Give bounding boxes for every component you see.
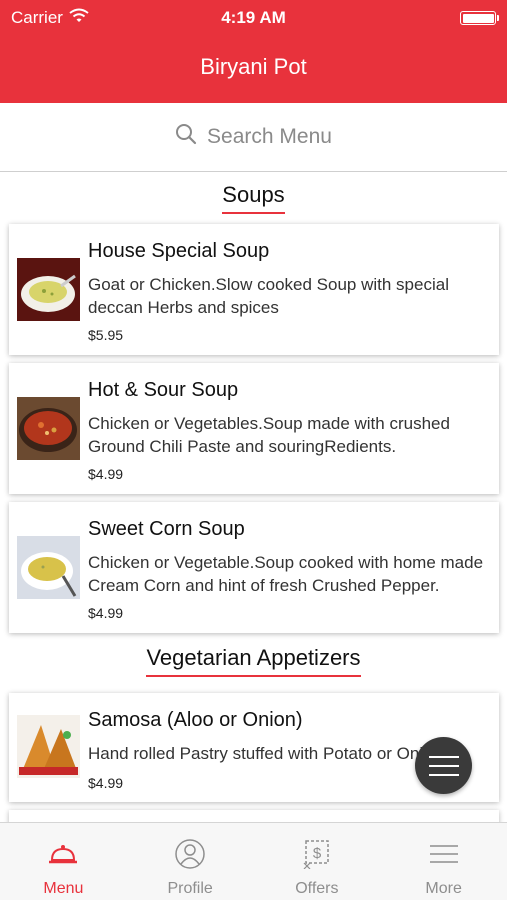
profile-icon <box>174 836 206 872</box>
more-icon <box>429 836 459 872</box>
tab-offers[interactable]: $ Offers <box>254 823 381 900</box>
food-image <box>17 397 80 460</box>
search-icon <box>175 123 197 151</box>
menu-icon-line <box>428 773 459 776</box>
item-name: House Special Soup <box>88 240 270 262</box>
item-description: Chicken or Vegetable.Soup cooked with ho… <box>88 553 484 595</box>
svg-text:$: $ <box>313 845 322 862</box>
menu-item-card[interactable] <box>9 810 499 822</box>
section-title-veg-appetizers: Vegetarian Appetizers <box>146 645 361 677</box>
menu-icon <box>428 755 459 758</box>
section-header: Soups <box>0 172 507 224</box>
item-name: Sweet Corn Soup <box>88 518 245 540</box>
tab-label: Offers <box>295 880 339 897</box>
food-image <box>17 715 80 778</box>
search-input[interactable]: Search Menu <box>207 125 332 149</box>
menu-item-card[interactable]: Hot & Sour Soup Chicken or Vegetables.So… <box>9 363 499 494</box>
offers-icon: $ <box>302 836 332 872</box>
item-price: $4.99 <box>88 605 124 621</box>
item-price: $4.99 <box>88 775 124 791</box>
food-image <box>17 536 80 599</box>
search-bar[interactable]: Search Menu <box>0 103 507 172</box>
cloche-icon <box>48 836 78 872</box>
food-image <box>17 258 80 321</box>
item-name: Samosa (Aloo or Onion) <box>88 709 303 731</box>
section-title-soups: Soups <box>222 182 285 214</box>
tab-label: Menu <box>43 880 84 897</box>
section-header: Vegetarian Appetizers <box>0 641 507 693</box>
item-description: Chicken or Vegetables.Soup made with cru… <box>88 414 450 456</box>
battery-icon <box>460 11 499 25</box>
item-price: $4.99 <box>88 466 124 482</box>
tab-menu[interactable]: Menu <box>0 823 127 900</box>
status-time: 4:19 AM <box>221 8 286 27</box>
status-bar: Carrier 4:19 AM <box>0 0 507 36</box>
tab-bar: Menu Profile $ Offers More <box>0 822 507 900</box>
tab-label: More <box>425 880 462 897</box>
app-header: Carrier 4:19 AM Biryani Pot <box>0 0 507 103</box>
item-name: Hot & Sour Soup <box>88 379 239 401</box>
menu-list[interactable]: Soups House Special Soup Goat or Chicken… <box>0 172 507 822</box>
menu-icon-line <box>428 764 459 767</box>
menu-fab-button[interactable] <box>415 737 472 794</box>
tab-more[interactable]: More <box>380 823 507 900</box>
tab-label: Profile <box>167 880 213 897</box>
page-title: Biryani Pot <box>200 54 307 79</box>
menu-item-card[interactable]: House Special Soup Goat or Chicken.Slow … <box>9 224 499 355</box>
item-description: Goat or Chicken.Slow cooked Soup with sp… <box>88 275 449 317</box>
menu-item-card[interactable]: Sweet Corn Soup Chicken or Vegetable.Sou… <box>9 502 499 633</box>
tab-profile[interactable]: Profile <box>127 823 254 900</box>
item-price: $5.95 <box>88 327 124 343</box>
